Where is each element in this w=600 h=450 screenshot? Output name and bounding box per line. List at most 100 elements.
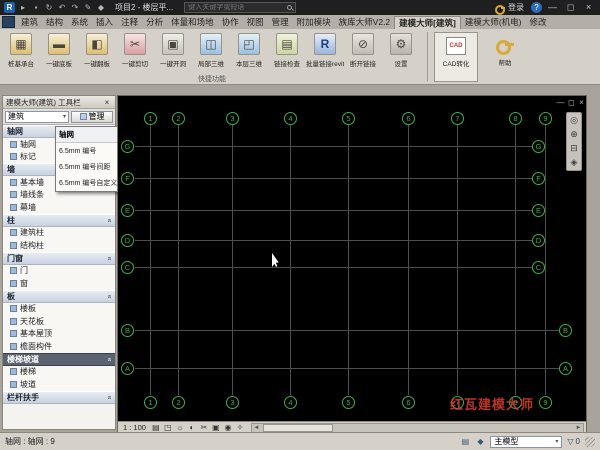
design-option-select[interactable]: 主模型 ▾ (490, 435, 563, 448)
ribbon-tab[interactable]: 建模大师(机电) (461, 16, 526, 29)
grid-line[interactable] (135, 330, 559, 331)
grid-line[interactable] (348, 125, 349, 395)
grid-line[interactable] (290, 125, 291, 395)
settings-button[interactable]: ⚙ 设置 (382, 31, 420, 73)
tree-section-stair-ramp[interactable]: 楼梯坡道 « (3, 352, 115, 366)
grid-bubble[interactable]: 7 (451, 112, 464, 125)
grid-axis[interactable]: CC (118, 261, 586, 274)
link-check-button[interactable]: ▤ 链接检查 (268, 31, 306, 73)
grid-bubble[interactable]: 4 (284, 396, 297, 409)
grid-line[interactable] (232, 125, 233, 395)
scale-button[interactable]: 1 : 100 (120, 423, 149, 432)
drawing-area[interactable]: — ◻ × ◎ ⊕ ⊟ ◈ 11 22 33 44 55 66 77 88 99… (118, 96, 586, 421)
grid-line[interactable] (135, 178, 532, 179)
current-floor-3d-button[interactable]: ◰ 本层三维 (230, 31, 268, 73)
grid-bubble[interactable]: 6 (402, 112, 415, 125)
grid-bubble[interactable]: F (121, 172, 134, 185)
one-key-opening-button[interactable]: ▣ 一键开洞 (154, 31, 192, 73)
tree-item-eave-component[interactable]: 檐面构件 (3, 340, 115, 353)
grid-line[interactable] (545, 125, 546, 395)
grid-line[interactable] (135, 146, 532, 147)
ribbon-tab[interactable]: 族库大师V2.2 (335, 16, 395, 29)
palette-header[interactable]: 建模大师(建筑) 工具栏 × (3, 96, 115, 109)
one-key-cut-button[interactable]: ✂ 一键剪切 (116, 31, 154, 73)
grid-axis[interactable]: BB (118, 324, 586, 337)
ribbon-tab[interactable]: 结构 (42, 16, 67, 29)
tree-item-window[interactable]: 窗 (3, 277, 115, 290)
grid-bubble[interactable]: 8 (509, 112, 522, 125)
grid-bubble[interactable]: B (559, 324, 572, 337)
pile-cap-button[interactable]: ▦ 桩基承台 (2, 31, 40, 73)
selection-filter[interactable]: ▽ 0 (567, 437, 580, 446)
tree-item-ceiling[interactable]: 天花板 (3, 315, 115, 328)
one-key-flip-slab-button[interactable]: ◧ 一键翻板 (78, 31, 116, 73)
ribbon-tab[interactable]: 附加模块 (293, 16, 335, 29)
zoom-out-icon[interactable]: ⊟ (567, 142, 581, 155)
grid-bubble[interactable]: D (532, 234, 545, 247)
batch-link-revit-button[interactable]: R 批量链接revit (306, 31, 344, 73)
login-button[interactable]: 登录 (495, 2, 524, 15)
grid-line[interactable] (135, 368, 559, 369)
manage-button[interactable]: 管理 (71, 110, 113, 123)
category-select[interactable]: 建筑 ▾ (5, 110, 69, 123)
redo-icon[interactable]: ↷ (70, 0, 80, 15)
grid-axis[interactable]: AA (118, 362, 586, 375)
ribbon-tab[interactable]: 系统 (67, 16, 92, 29)
grid-line[interactable] (135, 267, 532, 268)
shadows-icon[interactable]: ◐ (187, 423, 197, 432)
grid-bubble[interactable]: 9 (539, 396, 552, 409)
undo-icon[interactable]: ↶ (57, 0, 67, 15)
worksets-icon[interactable]: ▤ (460, 437, 470, 446)
revit-logo-icon[interactable]: R (4, 2, 15, 13)
grid-line[interactable] (150, 125, 151, 395)
help-ribbon-button[interactable]: 帮助 (488, 32, 522, 82)
resize-grip[interactable] (585, 436, 595, 447)
grid-bubble[interactable]: E (532, 204, 545, 217)
visual-style-icon[interactable]: ◳ (163, 423, 173, 432)
view-minimize-button[interactable]: — (555, 98, 566, 107)
tree-item-basic-roof[interactable]: 基本屋顶 (3, 327, 115, 340)
detail-level-icon[interactable]: ▤ (151, 423, 161, 432)
grid-bubble[interactable]: 2 (172, 112, 185, 125)
ribbon-tab[interactable]: 插入 (92, 16, 117, 29)
grid-bubble[interactable]: 1 (144, 396, 157, 409)
app-menu-icon[interactable] (2, 16, 15, 28)
ribbon-tab[interactable]: 修改 (526, 16, 551, 29)
grid-bubble[interactable]: E (121, 204, 134, 217)
temporary-hide-icon[interactable]: ◉ (223, 423, 233, 432)
grid-line[interactable] (178, 125, 179, 395)
tree-item-door[interactable]: 门 (3, 264, 115, 277)
grid-line[interactable] (135, 210, 532, 211)
flyout-item[interactable]: 6.5mm 编号 (56, 143, 117, 159)
grid-line[interactable] (408, 125, 409, 395)
grid-axis[interactable]: FF (118, 172, 586, 185)
sun-icon[interactable]: ☼ (175, 423, 185, 432)
grid-bubble[interactable]: C (121, 261, 134, 274)
grid-bubble[interactable]: A (559, 362, 572, 375)
tree-section-slab[interactable]: 板 « (3, 289, 115, 303)
tree-item-arch-column[interactable]: 建筑柱 (3, 226, 115, 239)
partial-3d-button[interactable]: ◫ 局部三维 (192, 31, 230, 73)
one-key-base-slab-button[interactable]: ▬ 一键底板 (40, 31, 78, 73)
tree-item-floor[interactable]: 楼板 (3, 302, 115, 315)
tree-item-stair[interactable]: 楼梯 (3, 365, 115, 378)
open-icon[interactable]: ▸ (18, 0, 28, 15)
scroll-left-arrow[interactable]: ◄ (252, 424, 261, 432)
print-icon[interactable]: ✎ (83, 0, 93, 15)
sync-icon[interactable]: ↻ (44, 0, 54, 15)
flyout-item[interactable]: 6.5mm 编号自定义 (56, 175, 117, 191)
grid-bubble[interactable]: 3 (226, 396, 239, 409)
show-crop-icon[interactable]: ▣ (211, 423, 221, 432)
maximize-button[interactable]: ◻ (563, 0, 578, 15)
horizontal-scrollbar[interactable]: ◄ ► (250, 422, 584, 433)
ribbon-tab[interactable]: 视图 (243, 16, 268, 29)
grid-axis[interactable]: EE (118, 204, 586, 217)
search-input[interactable] (188, 4, 285, 11)
search-icon[interactable] (287, 5, 293, 10)
grid-bubble[interactable]: 9 (539, 112, 552, 125)
grid-bubble[interactable]: 3 (226, 112, 239, 125)
ribbon-tab[interactable]: 建筑 (17, 16, 42, 29)
tree-section-column[interactable]: 柱 « (3, 213, 115, 227)
crop-icon[interactable]: ✂ (199, 423, 209, 432)
grid-line[interactable] (457, 125, 458, 395)
